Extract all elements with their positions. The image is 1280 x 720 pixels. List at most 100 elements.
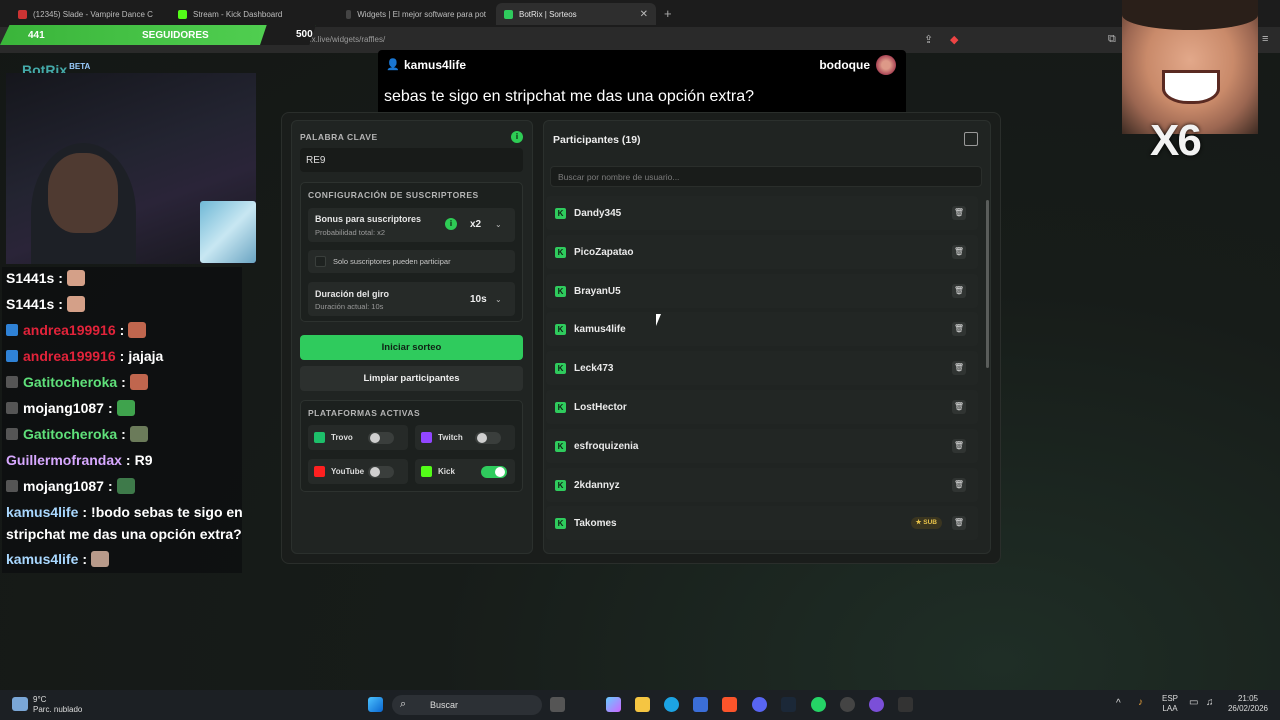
microphone-icon[interactable]: ♪ — [1138, 698, 1143, 708]
info-icon[interactable]: i — [511, 131, 523, 143]
weather-temp: 9°C — [33, 695, 47, 704]
browser-tab[interactable]: Stream - Kick Dashboard — [170, 3, 338, 25]
spin-select[interactable]: 10s — [470, 294, 487, 305]
weather-icon[interactable] — [12, 697, 28, 711]
delete-icon[interactable]: 🗑 — [952, 477, 966, 492]
delete-icon[interactable]: 🗑 — [952, 206, 966, 220]
bonus-select[interactable]: x2 — [470, 219, 481, 230]
tab-close-icon[interactable]: ✕ — [640, 9, 648, 20]
task-view-icon[interactable] — [550, 697, 565, 712]
participants-scrollbar[interactable] — [986, 200, 989, 368]
browser-tab-active[interactable]: BotRix | Sorteos ✕ — [496, 3, 656, 25]
platform-toggle[interactable] — [481, 466, 507, 478]
chevron-down-icon[interactable]: ⌄ — [495, 295, 502, 304]
delete-icon[interactable]: 🗑 — [952, 283, 966, 298]
brave-shield-icon[interactable]: ◆ — [950, 33, 958, 46]
extensions-icon[interactable]: ⧉ — [1108, 33, 1116, 46]
windows-start-icon[interactable] — [368, 697, 383, 712]
delete-icon[interactable]: 🗑 — [952, 400, 966, 414]
chat-separator: : — [58, 270, 63, 286]
kick-favicon-icon — [178, 9, 187, 19]
chat-separator: : — [58, 296, 63, 312]
delete-icon[interactable]: 🗑 — [952, 244, 966, 259]
toggle-knob — [477, 433, 487, 443]
chat-line: kamus4life: !bodo sebas te sigo en — [6, 504, 243, 520]
steam-icon[interactable] — [781, 697, 796, 712]
start-raffle-button[interactable]: Iniciar sorteo — [300, 335, 523, 360]
followers-label: SEGUIDORES — [142, 29, 209, 41]
tab-label: Widgets | El mejor software para pot — [357, 9, 486, 19]
webcam-pc-case — [200, 201, 256, 263]
discord-icon[interactable] — [752, 697, 767, 712]
participant-search-input[interactable]: Buscar por nombre de usuario... — [550, 166, 982, 187]
app-icon[interactable] — [840, 697, 855, 712]
participant-row[interactable]: Kesfroquizenia 🗑 — [546, 428, 978, 463]
clear-participants-button[interactable]: Limpiar participantes — [300, 366, 523, 391]
alert-reward-user: bodoque — [819, 58, 870, 72]
chat-badge-icon — [6, 428, 18, 440]
edge-icon[interactable] — [664, 697, 679, 712]
participant-row[interactable]: K LostHector 🗑 — [546, 390, 978, 424]
weather-widget[interactable]: 9°C Parc. nublado — [33, 695, 82, 715]
platform-trovo: Trovo — [308, 425, 408, 450]
participant-name: Takomes — [574, 518, 617, 530]
delete-icon[interactable]: 🗑 — [952, 516, 966, 531]
chat-separator: : — [107, 400, 113, 416]
store-icon[interactable] — [693, 697, 708, 712]
clock[interactable]: 21:05 26/02/2026 — [1224, 694, 1272, 714]
bonus-title: Bonus para suscriptores — [315, 214, 422, 224]
clock-time: 21:05 — [1237, 694, 1259, 703]
taskbar-search[interactable]: ⌕ Buscar — [392, 695, 542, 715]
participant-row[interactable]: K 2kdannyz 🗑 — [546, 467, 978, 502]
menu-icon[interactable]: ≡ — [1262, 33, 1268, 45]
kick-icon: K — [555, 324, 566, 336]
chat-line: Gatitocheroka: — [6, 426, 148, 442]
platform-toggle[interactable] — [368, 432, 394, 444]
platform-label: YouTube — [331, 467, 365, 476]
language-indicator[interactable]: ESP LAA — [1160, 694, 1180, 714]
browser-tab[interactable]: Widgets | El mejor software para pot — [338, 3, 494, 25]
chat-line: Gatitocheroka: — [6, 374, 148, 390]
network-icon[interactable]: ▭ — [1189, 698, 1198, 708]
platform-toggle[interactable] — [368, 466, 394, 478]
delete-icon[interactable]: 🗑 — [952, 438, 966, 453]
copilot-icon[interactable] — [606, 697, 621, 712]
chat-message: jajaja — [128, 348, 164, 364]
platform-label: Trovo — [331, 433, 353, 442]
new-tab-icon[interactable]: + — [664, 6, 672, 21]
participant-row[interactable]: K Dandy345 🗑 — [546, 196, 978, 230]
participant-row[interactable]: K PicoZapatao 🗑 — [546, 234, 978, 269]
participant-row[interactable]: K BrayanU5 🗑 — [546, 273, 978, 308]
chat-separator: : — [121, 374, 126, 390]
browser-tab[interactable]: (12345) Slade - Vampire Dance C — [10, 3, 170, 25]
participant-row[interactable]: K Leck473 🗑 — [546, 351, 978, 386]
brave-icon[interactable] — [722, 697, 737, 712]
whatsapp-icon[interactable] — [811, 697, 826, 712]
tray-chevron-icon[interactable]: ^ — [1116, 699, 1121, 709]
copy-icon[interactable] — [964, 132, 978, 146]
alert-user: kamus4life — [404, 58, 467, 72]
info-icon[interactable]: i — [445, 218, 457, 230]
webcam-feed — [6, 73, 256, 264]
spin-subtitle: Duración actual: 10s — [315, 302, 384, 311]
volume-icon[interactable]: ♫ — [1206, 698, 1214, 708]
tab-label: BotRix | Sorteos — [519, 9, 577, 19]
bonus-subtitle: Probabilidad total: x2 — [315, 228, 386, 237]
file-explorer-icon[interactable] — [635, 697, 650, 712]
share-icon[interactable]: ⇪ — [924, 33, 933, 46]
subs-only-checkbox[interactable] — [315, 256, 326, 267]
clock-date: 26/02/2026 — [1227, 704, 1269, 713]
user-icon: 👤 — [386, 59, 400, 71]
app-icon[interactable] — [898, 697, 913, 712]
participants-title: Participantes (19) — [553, 134, 641, 146]
keyword-input[interactable]: RE9 — [300, 148, 523, 172]
platform-toggle[interactable] — [475, 432, 501, 444]
chat-line: S1441s: — [6, 270, 85, 286]
app-icon[interactable] — [869, 697, 884, 712]
chevron-down-icon[interactable]: ⌄ — [495, 220, 502, 229]
participant-row[interactable]: K Takomes ★ SUB 🗑 — [546, 506, 978, 541]
delete-icon[interactable]: 🗑 — [952, 361, 966, 376]
delete-icon[interactable]: 🗑 — [952, 322, 966, 337]
participant-row[interactable]: Kkamus4life 🗑 — [546, 312, 978, 347]
logo-beta-tag: BETA — [69, 62, 91, 72]
